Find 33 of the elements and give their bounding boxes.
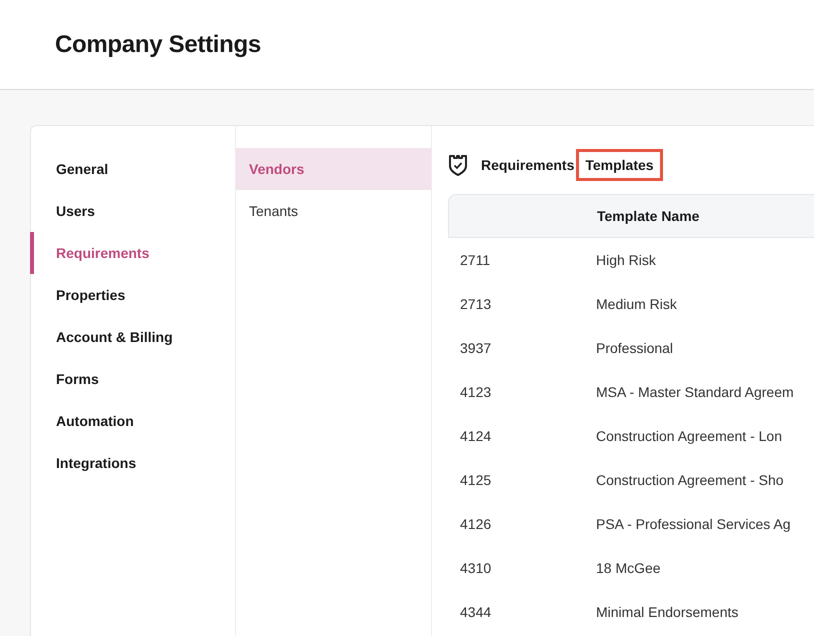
sidebar-item[interactable]: General <box>30 148 235 190</box>
table-cell: 18 McGee <box>596 560 661 576</box>
column-header: Template Name <box>597 208 700 224</box>
sidebar-item[interactable]: Forms <box>30 358 235 400</box>
table-cell: Medium Risk <box>596 296 677 312</box>
table-cell: 2713 <box>460 296 492 312</box>
table-cell: Construction Agreement - Sho <box>596 472 784 488</box>
table-cell: 4310 <box>460 560 492 576</box>
table-cell: 4125 <box>460 472 492 488</box>
table-cell: Professional <box>596 340 674 356</box>
table-cell: 2711 <box>460 252 490 268</box>
table-cell: 4124 <box>460 428 492 444</box>
sidebar-item[interactable]: Account & Billing <box>30 316 235 358</box>
table-cell: High Risk <box>596 252 656 268</box>
table-cell: 3937 <box>460 340 492 356</box>
table-cell: Construction Agreement - Lon <box>596 428 782 444</box>
sidebar-item[interactable]: Properties <box>30 274 235 316</box>
section-title: Requirements <box>481 157 574 173</box>
sidebar-item[interactable]: Users <box>30 190 235 232</box>
table-cell: 4344 <box>460 604 492 620</box>
page-title: Company Settings <box>55 30 261 58</box>
table-cell: 4123 <box>460 384 492 400</box>
subnav-item[interactable]: Tenants <box>236 190 431 232</box>
subnav-item[interactable]: Vendors <box>236 148 431 190</box>
table-cell: 4126 <box>460 516 492 532</box>
table-cell: PSA - Professional Services Ag <box>596 516 791 532</box>
sidebar-item[interactable]: Requirements <box>30 232 235 274</box>
section-subtitle: Templates <box>576 149 663 181</box>
table-cell: Minimal Endorsements <box>596 604 738 620</box>
sidebar-item[interactable]: Automation <box>30 400 235 442</box>
shield-check-icon <box>448 154 468 176</box>
sidebar-item[interactable]: Integrations <box>30 442 235 484</box>
table-cell: MSA - Master Standard Agreem <box>596 384 794 400</box>
